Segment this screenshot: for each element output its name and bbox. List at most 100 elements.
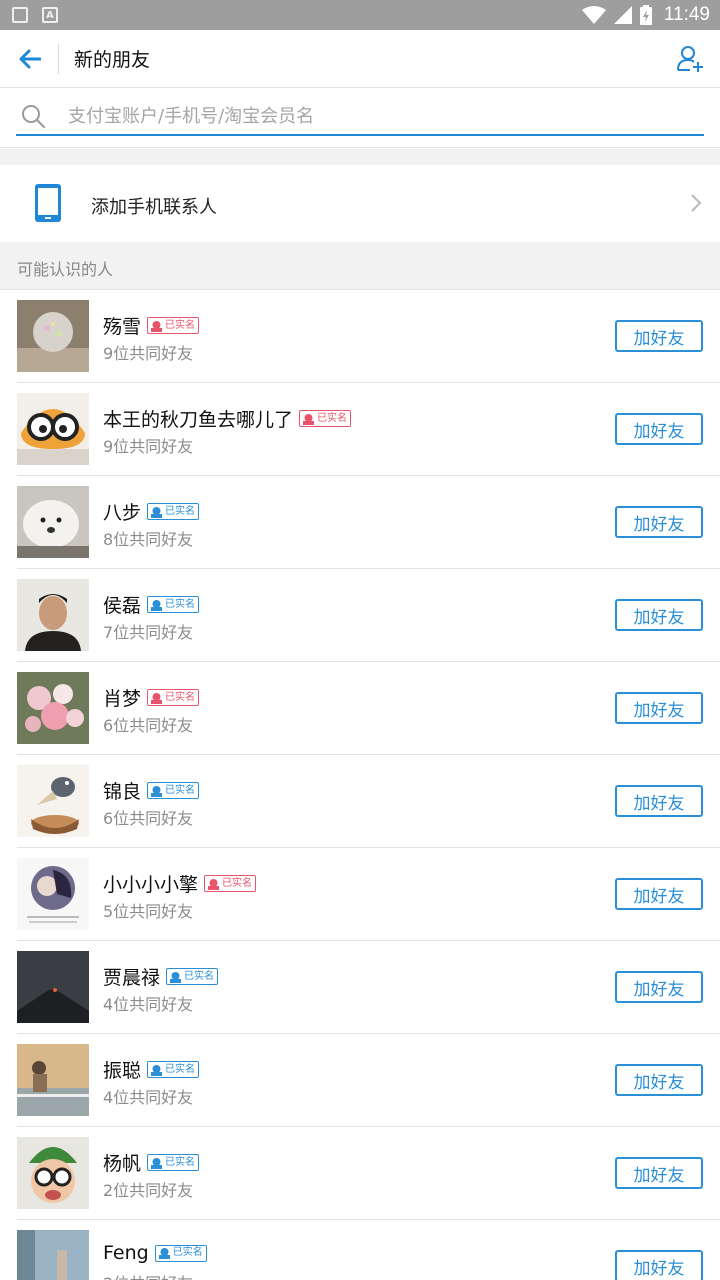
verified-person-icon (151, 506, 163, 518)
mutual-friends-count: 8位共同好友 (103, 530, 194, 549)
add-friend-button[interactable]: 加好友 (615, 1064, 703, 1096)
verified-person-icon (151, 599, 163, 611)
person-name: 侯磊 (103, 595, 142, 617)
mutual-friends-count: 9位共同好友 (103, 437, 194, 456)
avatar (17, 951, 89, 1023)
list-item[interactable]: 杨帆 已实名 2位共同好友 加好友 (0, 1127, 720, 1220)
verified-person-icon (151, 320, 163, 332)
mutual-friends-count: 7位共同好友 (103, 623, 194, 642)
font-notification-icon: A (42, 7, 58, 23)
add-phone-contacts-label: 添加手机联系人 (91, 197, 217, 218)
verified-person-icon (208, 878, 220, 890)
verified-badge: 已实名 (147, 596, 200, 613)
suggested-people-list: 殇雪 已实名 9位共同好友 加好友 本王的秋刀鱼去哪儿了 已实名 9位共同好友 … (0, 290, 720, 1280)
verified-badge: 已实名 (147, 1154, 200, 1171)
list-item[interactable]: 八步 已实名 8位共同好友 加好友 (0, 476, 720, 569)
person-name: 殇雪 (103, 316, 142, 338)
add-friend-button[interactable]: 加好友 (615, 785, 703, 817)
person-name: 贾晨禄 (103, 967, 161, 989)
add-friend-button[interactable]: 加好友 (615, 1157, 703, 1189)
avatar (17, 858, 89, 930)
list-item[interactable]: 本王的秋刀鱼去哪儿了 已实名 9位共同好友 加好友 (0, 383, 720, 476)
search-icon (22, 105, 45, 128)
verified-badge: 已实名 (147, 317, 200, 334)
mutual-friends-count: 6位共同好友 (103, 809, 194, 828)
add-friend-button[interactable]: 加好友 (615, 599, 703, 631)
list-item[interactable]: 殇雪 已实名 9位共同好友 加好友 (0, 290, 720, 383)
verified-person-icon (303, 413, 315, 425)
list-item[interactable]: 贾晨禄 已实名 4位共同好友 加好友 (0, 941, 720, 1034)
add-phone-contacts-item[interactable]: 添加手机联系人 (0, 165, 720, 242)
clock: 11:49 (663, 4, 710, 25)
add-friend-button[interactable]: 加好友 (615, 413, 703, 445)
avatar (17, 765, 89, 837)
wifi-icon (581, 6, 606, 24)
list-item[interactable]: 振聪 已实名 4位共同好友 加好友 (0, 1034, 720, 1127)
search-input[interactable] (68, 105, 668, 127)
add-friend-button[interactable]: 加好友 (615, 878, 703, 910)
list-item[interactable]: 肖梦 已实名 6位共同好友 加好友 (0, 662, 720, 755)
add-friend-button[interactable] (676, 44, 706, 74)
list-item[interactable]: Feng 已实名 2位共同好友 加好友 (0, 1220, 720, 1280)
signal-icon (613, 6, 632, 24)
phone-icon (35, 184, 61, 222)
battery-icon (639, 5, 652, 25)
add-friend-button[interactable]: 加好友 (615, 692, 703, 724)
verified-person-icon (151, 1064, 163, 1076)
avatar (17, 486, 89, 558)
person-name: 本王的秋刀鱼去哪儿了 (103, 409, 294, 431)
verified-person-icon (151, 692, 163, 704)
mutual-friends-count: 2位共同好友 (103, 1270, 193, 1280)
person-name: 锦良 (103, 781, 142, 803)
verified-person-icon (170, 971, 182, 983)
mutual-friends-count: 6位共同好友 (103, 716, 194, 735)
list-item[interactable]: 小小小小擎 已实名 5位共同好友 加好友 (0, 848, 720, 941)
person-name: 小小小小擎 (103, 874, 199, 896)
section-header: 可能认识的人 (0, 242, 720, 290)
person-name: 八步 (103, 502, 142, 524)
person-name: Feng (103, 1242, 149, 1264)
status-bar: A 11:49 (0, 0, 720, 30)
image-notification-icon (12, 7, 28, 23)
nav-divider (58, 44, 59, 74)
mutual-friends-count: 5位共同好友 (103, 902, 194, 921)
person-name: 振聪 (103, 1060, 142, 1082)
search-bar (0, 88, 720, 148)
verified-badge: 已实名 (147, 782, 200, 799)
section-title: 可能认识的人 (17, 260, 114, 279)
avatar (17, 300, 89, 372)
add-friend-button[interactable]: 加好友 (615, 320, 703, 352)
list-item[interactable]: 锦良 已实名 6位共同好友 加好友 (0, 755, 720, 848)
verified-person-icon (158, 1248, 170, 1259)
verified-badge: 已实名 (147, 1061, 200, 1078)
add-friend-button[interactable]: 加好友 (615, 971, 703, 1003)
arrow-left-icon (19, 49, 41, 69)
add-user-icon (677, 46, 703, 72)
page-title: 新的朋友 (74, 49, 151, 71)
avatar (17, 393, 89, 465)
avatar (17, 672, 89, 744)
verified-person-icon (151, 1157, 163, 1169)
chevron-right-icon (691, 194, 702, 212)
back-button[interactable] (14, 44, 46, 74)
section-gap (0, 149, 720, 165)
search-field[interactable] (16, 98, 704, 136)
add-friend-button[interactable]: 加好友 (615, 506, 703, 538)
avatar (17, 1044, 89, 1116)
avatar (17, 1137, 89, 1209)
nav-bar: 新的朋友 (0, 30, 720, 88)
avatar (17, 579, 89, 651)
verified-badge: 已实名 (166, 968, 219, 985)
mutual-friends-count: 4位共同好友 (103, 995, 194, 1014)
verified-badge: 已实名 (204, 875, 257, 892)
mutual-friends-count: 9位共同好友 (103, 344, 194, 363)
verified-badge: 已实名 (154, 1244, 207, 1262)
person-name: 杨帆 (103, 1153, 142, 1175)
verified-badge: 已实名 (299, 410, 352, 427)
person-name: 肖梦 (103, 688, 142, 710)
verified-badge: 已实名 (147, 689, 200, 706)
verified-badge: 已实名 (147, 503, 200, 520)
add-friend-button[interactable]: 加好友 (615, 1250, 703, 1280)
mutual-friends-count: 4位共同好友 (103, 1088, 194, 1107)
list-item[interactable]: 侯磊 已实名 7位共同好友 加好友 (0, 569, 720, 662)
